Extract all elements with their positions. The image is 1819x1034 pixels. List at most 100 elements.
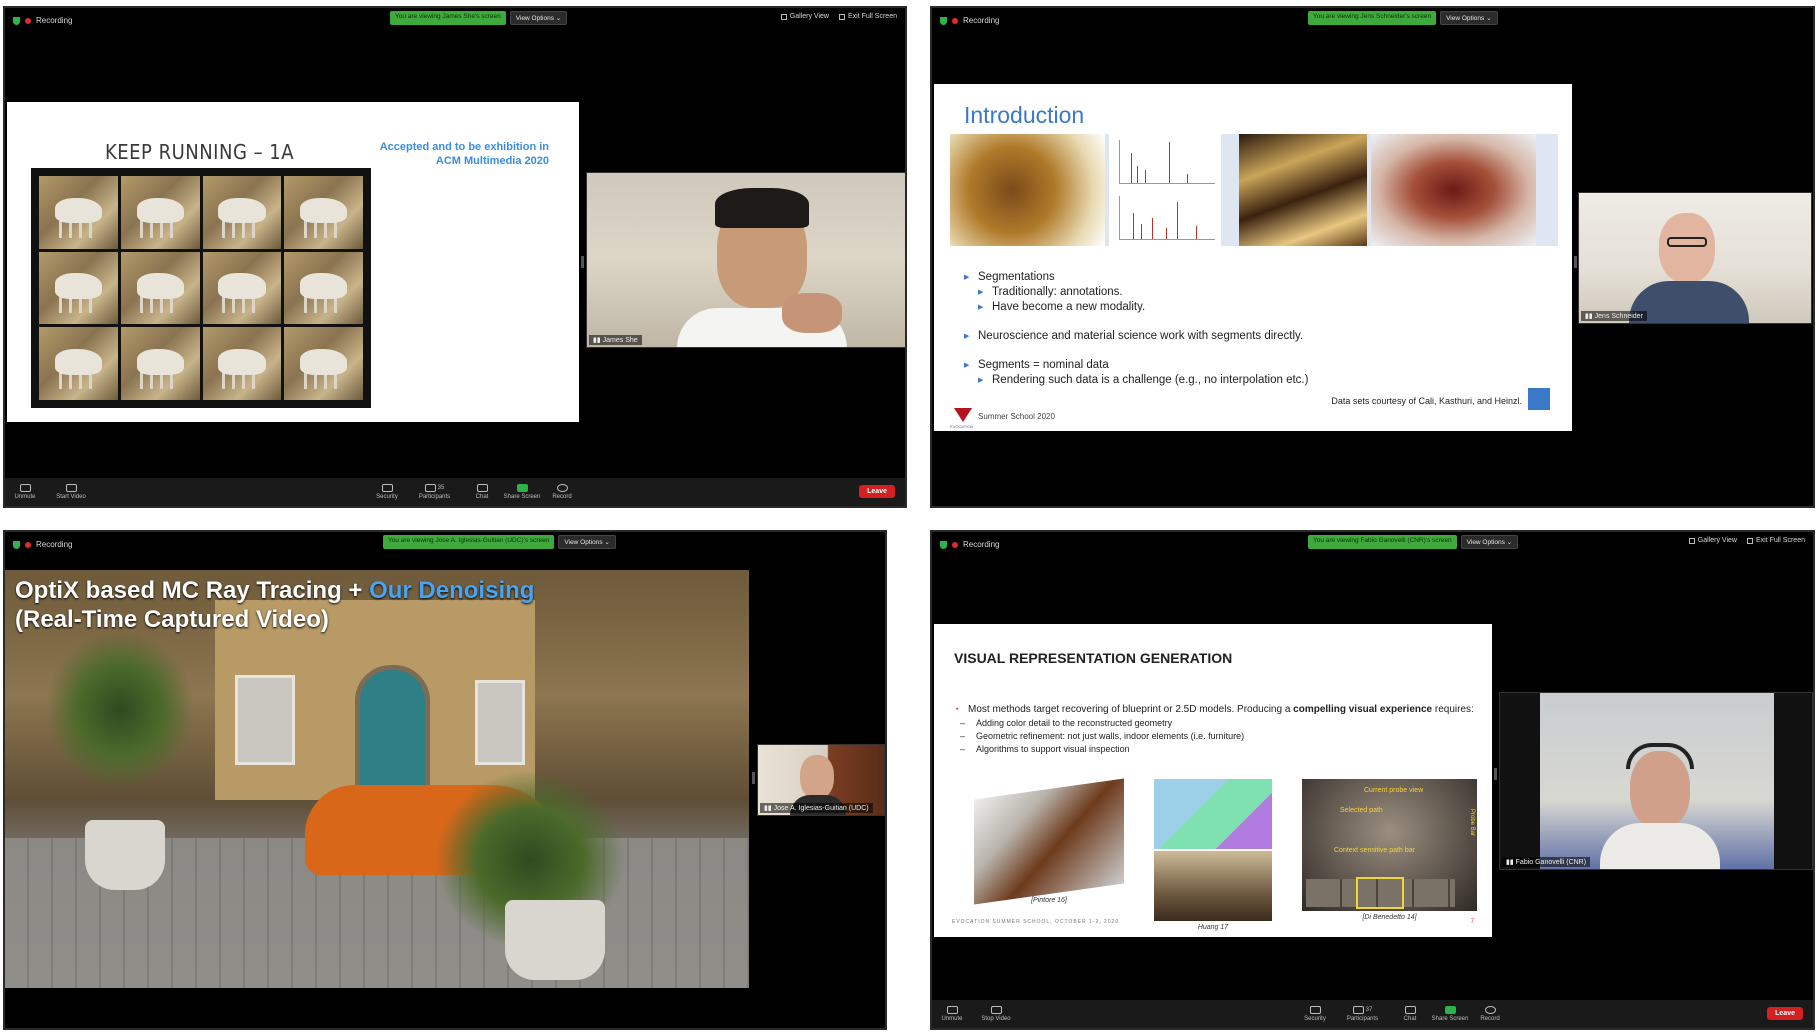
slide-body: ▪ Most methods target recovering of blue… xyxy=(956,704,1476,755)
participant-video[interactable]: ▮▮ Jens Schneider xyxy=(1578,192,1812,324)
evocation-logo-text: EVOCATION xyxy=(950,424,974,429)
participant-video[interactable]: ▮▮ James She xyxy=(586,172,905,348)
chat-button[interactable]: Chat xyxy=(1390,1006,1430,1022)
recording-indicator: Recording xyxy=(13,540,72,549)
participant-name-label: Jose A. Iglesias-Guitian (UDC) xyxy=(773,805,869,812)
recording-indicator: Recording xyxy=(940,540,999,549)
meeting-window-jose-iglesias: Recording You are viewing Jose A. Iglesi… xyxy=(3,530,887,1030)
segmentation-image xyxy=(1154,779,1272,849)
record-icon xyxy=(1484,1006,1496,1014)
unmute-label: Unmute xyxy=(14,494,36,500)
leave-button[interactable]: Leave xyxy=(859,485,895,498)
meeting-window-fabio-ganovelli: Recording You are viewing Fabio Ganovell… xyxy=(930,530,1815,1030)
histogram-plots xyxy=(1109,134,1221,246)
grid-icon xyxy=(1688,537,1695,544)
participants-count: 35 xyxy=(437,485,445,491)
neuron-volume-image xyxy=(1371,134,1536,246)
participants-button[interactable]: 37 Participants xyxy=(1335,1006,1390,1022)
split-view-handle[interactable] xyxy=(1494,768,1497,780)
bullet-item: Neuroscience and material science work w… xyxy=(964,329,1308,344)
view-options-button[interactable]: View Options ⌄ xyxy=(509,11,568,25)
view-options-label: View Options xyxy=(1466,539,1505,546)
participant-video[interactable]: ▮▮ Jose A. Iglesias-Guitian (UDC) xyxy=(757,744,885,816)
participants-label: Participants xyxy=(418,494,451,500)
viewing-screen-label: You are viewing Jens Schneider's screen xyxy=(1308,11,1437,25)
exit-full-screen-button[interactable]: Exit Full Screen xyxy=(1746,537,1805,544)
figure-caption: Huang 17 xyxy=(1197,924,1229,931)
room-photo-image xyxy=(1154,851,1272,921)
slide-title: KEEP RUNNING – 1A xyxy=(105,140,295,164)
share-screen-button[interactable]: Share Screen xyxy=(502,484,542,500)
meeting-window-jens-schneider: Recording You are viewing Jens Schneider… xyxy=(930,6,1815,508)
record-icon xyxy=(556,484,568,492)
speaker-face xyxy=(1659,213,1715,283)
gallery-view-button[interactable]: Gallery View xyxy=(780,13,829,20)
overlay-label: Probe Bar xyxy=(1469,809,1475,837)
view-options-button[interactable]: View Options ⌄ xyxy=(1440,11,1498,25)
overlay-label: Current probe view xyxy=(1364,787,1424,794)
start-video-button[interactable]: Start Video xyxy=(45,484,97,500)
participant-name: ▮▮ Jose A. Iglesias-Guitian (UDC) xyxy=(760,803,873,813)
horse-image xyxy=(120,176,200,249)
material-volume-image xyxy=(1239,134,1367,246)
participant-video[interactable]: ▮▮ Fabio Ganovelli (CNR) xyxy=(1499,692,1813,870)
record-button[interactable]: Record xyxy=(542,484,582,500)
view-options-button[interactable]: View Options ⌄ xyxy=(558,535,616,549)
gallery-view-label: Gallery View xyxy=(789,13,829,20)
viewing-banner: You are viewing Jose A. Iglesias-Guitian… xyxy=(383,535,616,549)
recording-label: Recording xyxy=(36,16,73,25)
participant-name-label: Jens Schneider xyxy=(1594,313,1643,320)
meeting-toolbar: Unmute Stop Video Security 37 Participant… xyxy=(932,1000,1813,1028)
bullet-item: Segmentations xyxy=(964,270,1308,285)
horse-image xyxy=(284,176,363,249)
video-title-highlight: Our Denoising xyxy=(369,577,535,604)
split-view-handle[interactable] xyxy=(1574,256,1577,268)
window-controls: Gallery View Exit Full Screen xyxy=(780,13,897,20)
stop-video-button[interactable]: Stop Video xyxy=(972,1006,1020,1022)
chat-label: Chat xyxy=(475,494,489,500)
speaker-hair xyxy=(715,188,809,228)
leave-button[interactable]: Leave xyxy=(1767,1007,1803,1020)
security-button[interactable]: Security xyxy=(367,484,407,500)
participants-count: 37 xyxy=(1365,1007,1373,1013)
slide-title: VISUAL REPRESENTATION GENERATION xyxy=(954,650,1233,666)
record-label: Record xyxy=(552,494,572,500)
glasses-icon xyxy=(1667,237,1707,247)
figure-pintore: [Pintore 16] xyxy=(974,778,1124,931)
slide-title: Introduction xyxy=(964,102,1085,128)
participant-name-label: James She xyxy=(602,337,638,344)
unmute-button[interactable]: Unmute xyxy=(5,484,45,500)
fullscreen-icon xyxy=(838,13,845,20)
exit-full-screen-button[interactable]: Exit Full Screen xyxy=(838,13,897,20)
horse-image xyxy=(39,251,118,325)
bullet-item: Traditionally: annotations. xyxy=(964,285,1308,300)
figure-caption: [Di Benedetto 14] xyxy=(1362,914,1417,921)
slide-footer: EVOCATION SUMMER SCHOOL, OCTOBER 1-2, 20… xyxy=(952,919,1120,925)
share-screen-label: Share Screen xyxy=(1431,1016,1469,1022)
share-screen-button[interactable]: Share Screen xyxy=(1430,1006,1470,1022)
participants-button[interactable]: 35 Participants xyxy=(407,484,462,500)
sub-bullet: Algorithms to support visual inspection xyxy=(956,743,1476,755)
split-view-handle[interactable] xyxy=(581,256,584,268)
speaker-hand xyxy=(782,293,842,333)
figure-huang: Huang 17 xyxy=(1154,779,1272,931)
recording-indicator: Recording xyxy=(13,16,72,25)
shared-slide: KEEP RUNNING – 1A Accepted and to be exh… xyxy=(7,102,579,422)
chat-button[interactable]: Chat xyxy=(462,484,502,500)
microphone-muted-icon xyxy=(19,484,31,492)
security-label: Security xyxy=(1304,1016,1326,1022)
split-view-handle[interactable] xyxy=(752,772,755,784)
window-controls: Gallery View Exit Full Screen xyxy=(1688,537,1805,544)
unmute-button[interactable]: Unmute xyxy=(932,1006,972,1022)
meeting-toolbar: Unmute Start Video Security 35 Participan… xyxy=(5,478,905,506)
record-button[interactable]: Record xyxy=(1470,1006,1510,1022)
video-camera-icon xyxy=(990,1006,1002,1014)
shield-icon xyxy=(381,484,393,492)
gallery-view-button[interactable]: Gallery View xyxy=(1688,537,1737,544)
security-button[interactable]: Security xyxy=(1295,1006,1335,1022)
recording-dot-icon xyxy=(25,541,31,548)
signal-icon: ▮▮ xyxy=(1506,859,1516,866)
view-options-button[interactable]: View Options ⌄ xyxy=(1460,535,1519,549)
scene-window xyxy=(475,680,525,765)
evocation-logo-icon xyxy=(954,408,972,422)
